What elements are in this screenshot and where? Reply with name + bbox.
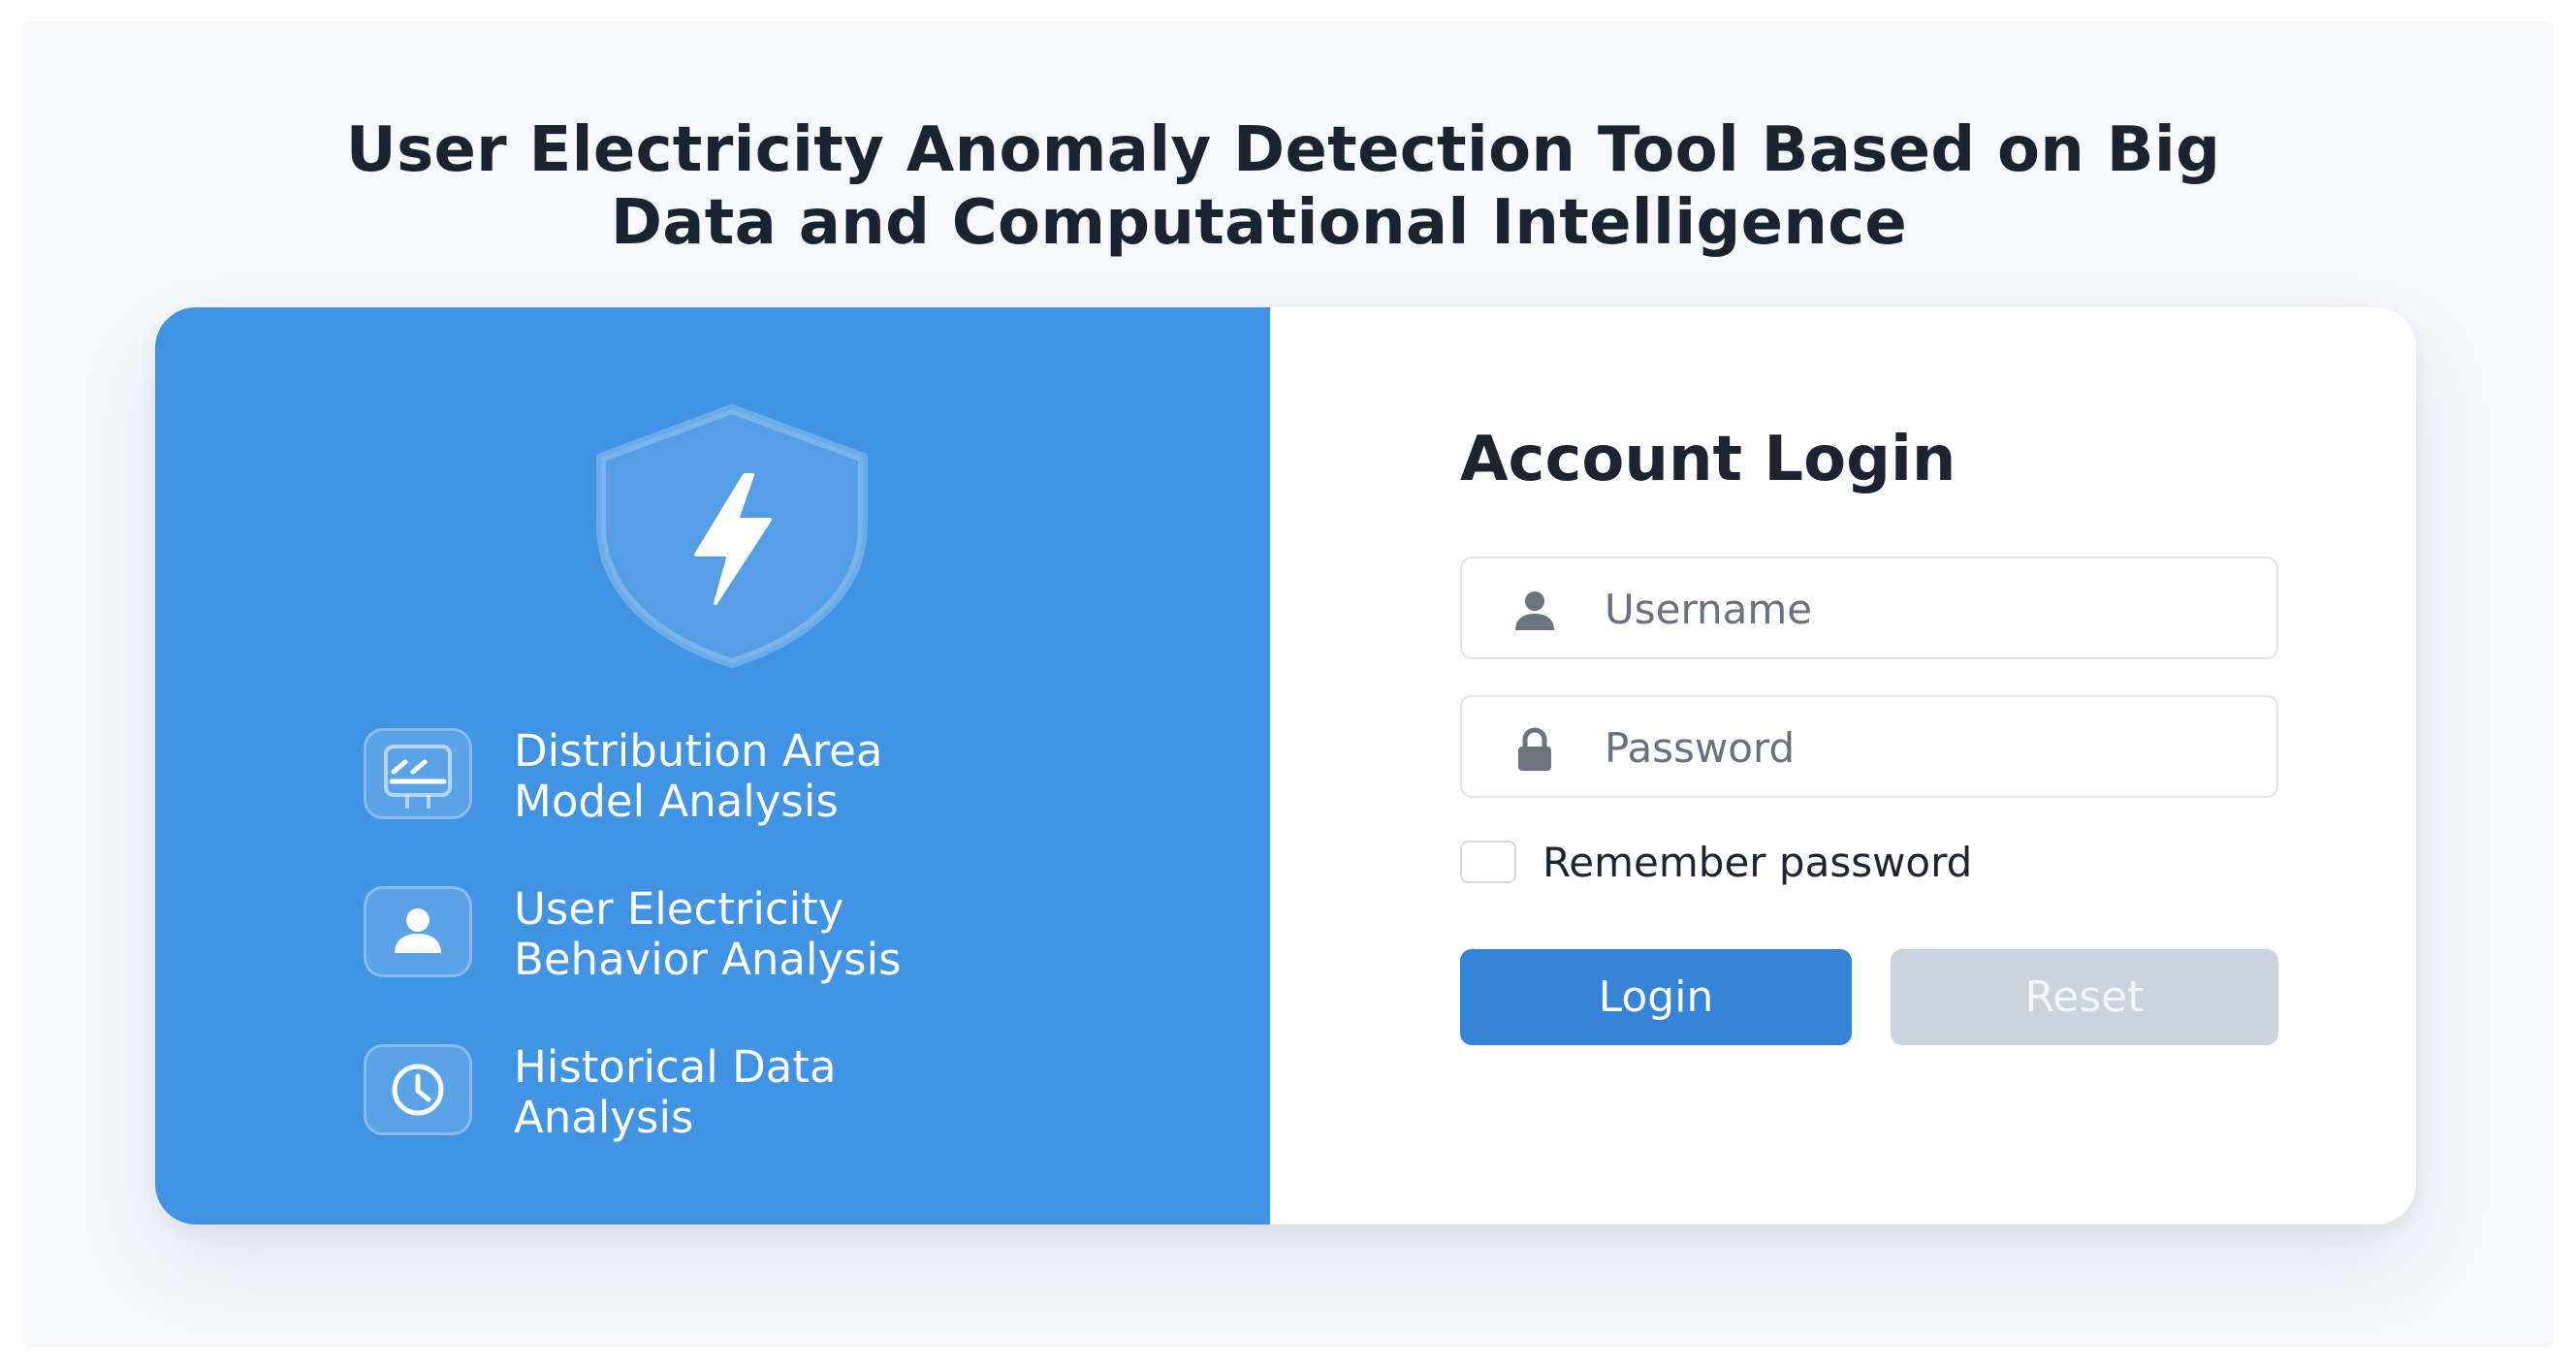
password-field[interactable] (1460, 695, 2278, 798)
lock-icon (1518, 727, 1551, 771)
shield-bolt-icon (596, 404, 868, 668)
distribution-area-icon (364, 728, 472, 819)
user-icon (364, 886, 472, 977)
remember-password-row[interactable]: Remember password (1460, 839, 2139, 887)
feature-item-historical-data: Historical Data Analysis (364, 1042, 1139, 1149)
remember-password-checkbox[interactable] (1460, 841, 1516, 883)
feature-item-distribution-area: Distribution Area Model Analysis (364, 726, 1139, 833)
username-input[interactable] (1603, 558, 2246, 659)
feature-label-line-2: Analysis (514, 1092, 694, 1143)
login-title: Account Login (1460, 424, 1956, 495)
feature-label: User Electricity Behavior Analysis (514, 884, 902, 985)
feature-item-user-behavior: User Electricity Behavior Analysis (364, 884, 1139, 991)
feature-label-line-1: User Electricity (514, 883, 844, 935)
feature-label-line-1: Historical Data (514, 1041, 837, 1093)
feature-label: Distribution Area Model Analysis (514, 726, 882, 827)
page-title-line-2: Data and Computational Intelligence (610, 187, 1908, 259)
feature-label-line-2: Behavior Analysis (514, 934, 902, 985)
feature-label-line-2: Model Analysis (514, 776, 839, 827)
page-title-line-1: User Electricity Anomaly Detection Tool … (345, 114, 2221, 186)
reset-button[interactable]: Reset (1891, 949, 2278, 1045)
password-input[interactable] (1603, 697, 2246, 798)
login-button[interactable]: Login (1460, 949, 1852, 1045)
login-panel: Account Login Remember password Login Re… (1270, 307, 2416, 1225)
username-field[interactable] (1460, 557, 2278, 659)
remember-password-label[interactable]: Remember password (1542, 839, 1972, 887)
clock-icon (364, 1044, 472, 1135)
feature-panel: Distribution Area Model Analysis User El… (155, 307, 1270, 1225)
login-card: Distribution Area Model Analysis User El… (155, 307, 2416, 1225)
user-icon (1515, 591, 1554, 630)
feature-label-line-1: Distribution Area (514, 725, 883, 777)
page-title: User Electricity Anomaly Detection Tool … (0, 114, 2576, 260)
feature-label: Historical Data Analysis (514, 1042, 837, 1143)
